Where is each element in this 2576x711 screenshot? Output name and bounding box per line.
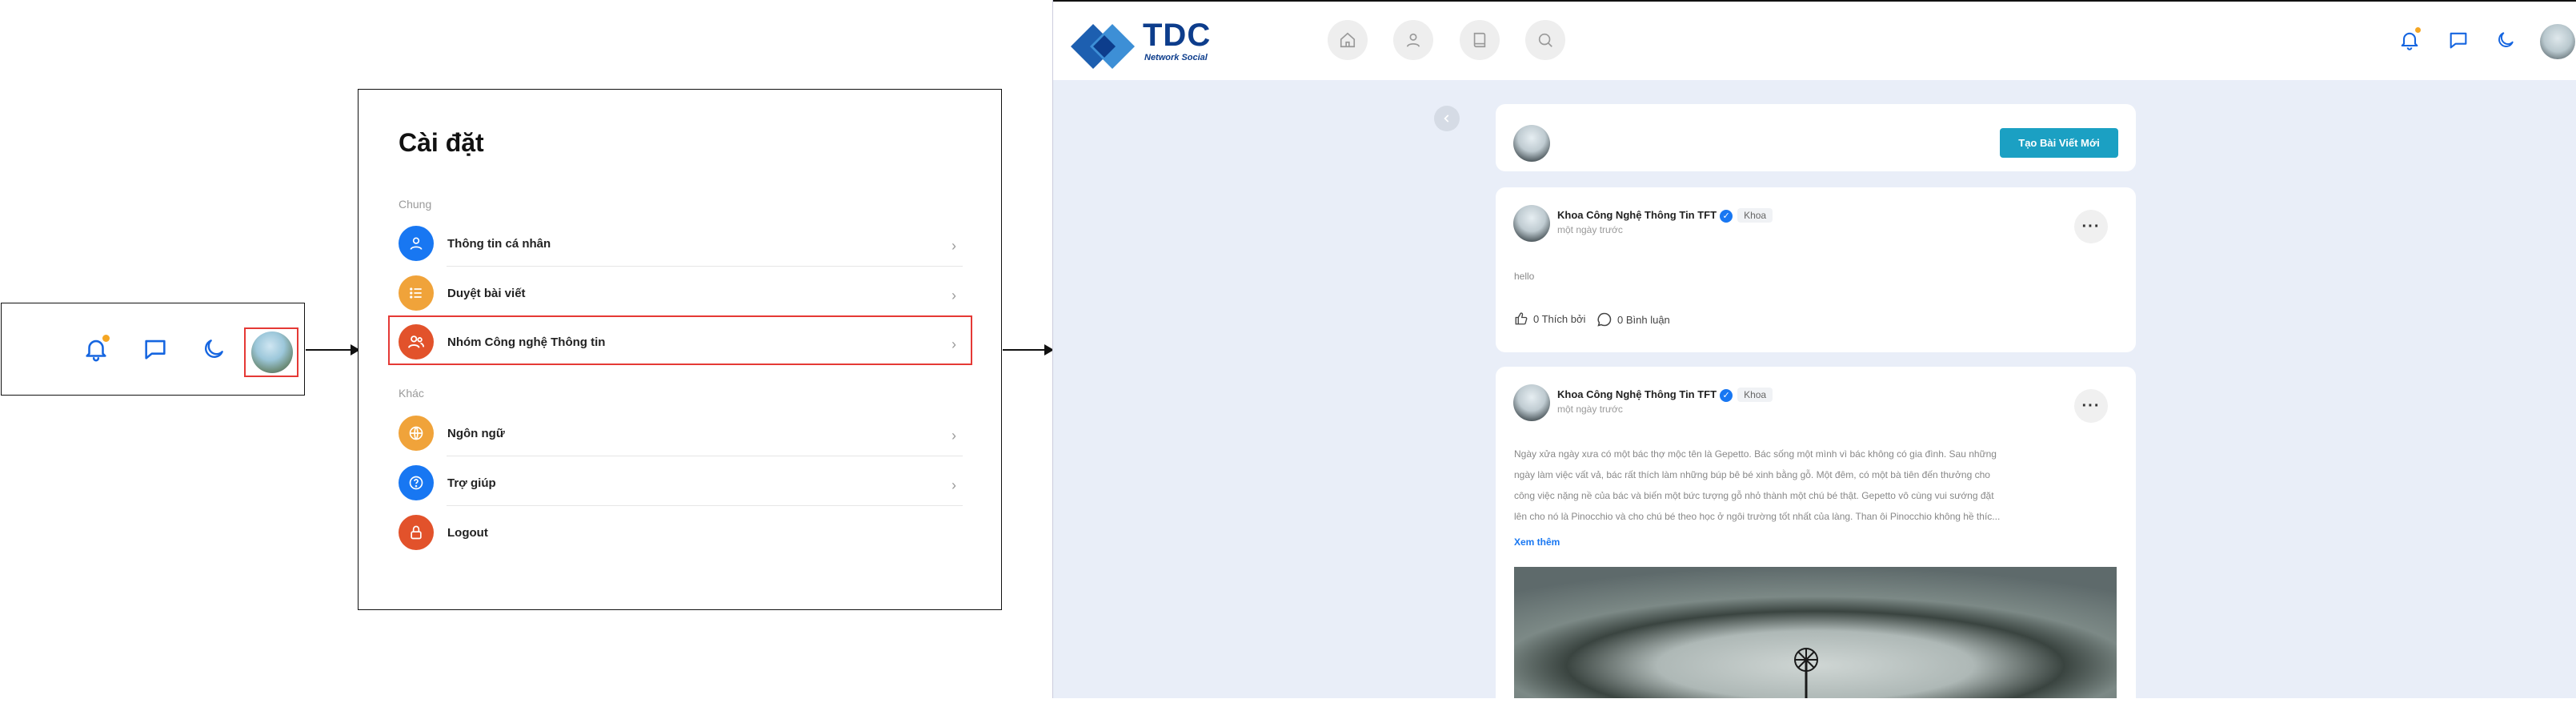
post-author-name: Khoa Công Nghệ Thông Tin TFT [1557,209,1717,221]
highlight-box [244,327,298,377]
book-icon[interactable] [1460,20,1500,60]
see-more-link[interactable]: Xem thêm [1514,536,1560,548]
post-card: Khoa Công Nghệ Thông Tin TFT ✓ Khoa một ng… [1496,187,2136,352]
moon-icon[interactable] [2490,24,2522,56]
menu-item-language[interactable]: Ngôn ngữ › [399,410,963,456]
globe-icon [399,416,434,451]
bell-icon[interactable] [78,331,114,367]
bell-icon[interactable] [2394,24,2426,56]
settings-panel: Cài đặt Chung Thông tin cá nhân › Duyệt … [358,89,1002,610]
home-icon[interactable] [1328,20,1368,60]
more-options-icon[interactable]: ··· [2074,210,2108,243]
post-author[interactable]: Khoa Công Nghệ Thông Tin TFT ✓ Khoa [1557,388,1773,402]
post-image[interactable] [1514,567,2117,698]
chat-icon[interactable] [138,331,173,367]
chat-icon[interactable] [2442,24,2474,56]
arrow-1 [306,349,354,351]
role-badge: Khoa [1737,208,1773,223]
more-options-icon[interactable]: ··· [2074,389,2108,423]
section-label-general: Chung [399,198,432,211]
chevron-right-icon: › [951,287,956,303]
logo-icon [1071,24,1135,69]
chevron-right-icon: › [951,238,956,254]
user-icon[interactable] [1393,20,1433,60]
app-page: TDC Network Social Tạo Bài Viết Mới Khoa… [1052,0,2576,711]
comment-button[interactable]: 0 Bình luận [1596,311,1670,327]
logo-subtitle: Network Social [1144,53,1208,62]
like-count: 0 Thích bởi [1533,312,1586,325]
post-author-name: Khoa Công Nghệ Thông Tin TFT [1557,388,1717,400]
menu-item-label: Logout [447,525,488,540]
menu-item-label: Duyệt bài viết [447,286,526,300]
post-card: Khoa Công Nghệ Thông Tin TFT ✓ Khoa một ng… [1496,367,2136,711]
chevron-right-icon: › [951,428,956,444]
post-time: một ngày trước [1557,404,1623,415]
menu-item-profile[interactable]: Thông tin cá nhân › [399,220,963,267]
chevron-right-icon: › [951,477,956,493]
page-title: Cài đặt [399,128,484,157]
list-icon [399,275,434,311]
lock-icon [399,515,434,550]
logo-text: TDC [1143,18,1212,53]
menu-item-label: Trợ giúp [447,476,496,490]
top-navbar: TDC Network Social [1053,0,2576,80]
avatar [1513,125,1550,162]
avatar[interactable] [2540,24,2575,59]
verified-icon: ✓ [1720,388,1733,402]
help-icon [399,465,434,500]
moon-icon[interactable] [196,331,231,367]
create-post-button[interactable]: Tạo Bài Viết Mới [2000,128,2118,158]
notification-dot [2415,27,2421,33]
search-icon[interactable] [1525,20,1565,60]
comment-count: 0 Bình luận [1617,313,1670,326]
menu-item-help[interactable]: Trợ giúp › [399,460,963,506]
post-author[interactable]: Khoa Công Nghệ Thông Tin TFT ✓ Khoa [1557,208,1773,223]
comment-icon [1597,312,1612,327]
header-icons-crop [1,303,305,396]
like-icon [1515,312,1528,325]
role-badge: Khoa [1737,388,1773,402]
menu-item-label: Thông tin cá nhân [447,236,551,251]
user-icon [399,226,434,261]
menu-item-logout[interactable]: Logout [399,509,963,556]
notification-dot [102,335,110,342]
avatar [1513,205,1550,242]
verified-icon: ✓ [1720,209,1733,223]
highlight-box [388,315,972,365]
post-content: hello [1514,271,1535,282]
avatar [1513,384,1550,421]
menu-item-label: Ngôn ngữ [447,426,505,440]
section-label-other: Khác [399,387,424,400]
arrow-2 [1003,349,1048,351]
back-arrow-icon[interactable] [1434,106,1460,131]
menu-item-review-posts[interactable]: Duyệt bài viết › [399,270,963,316]
post-content: Ngày xửa ngày xưa có một bác thợ mộc tên… [1514,448,2001,522]
post-time: một ngày trước [1557,224,1623,235]
like-button[interactable]: 0 Thích bởi [1514,311,1585,326]
